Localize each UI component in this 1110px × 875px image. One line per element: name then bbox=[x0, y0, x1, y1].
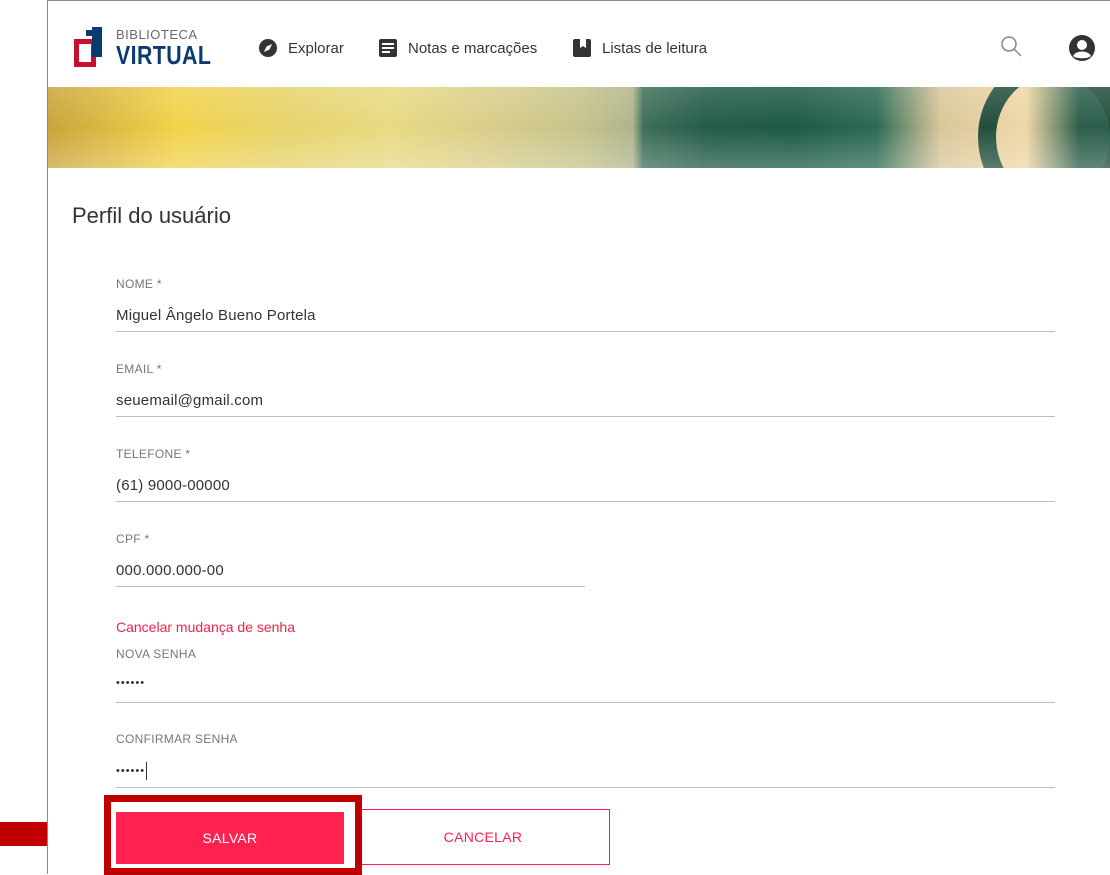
name-underline bbox=[116, 331, 1055, 332]
notes-icon bbox=[379, 39, 397, 57]
cancel-button[interactable]: CANCELAR bbox=[356, 809, 610, 865]
cpf-label: CPF * bbox=[116, 532, 150, 546]
compass-icon bbox=[259, 39, 277, 57]
name-input[interactable]: Miguel Ângelo Bueno Portela bbox=[116, 307, 1055, 327]
confirm-password-value: •••••• bbox=[116, 764, 146, 777]
cpf-input[interactable]: 000.000.000-00 bbox=[116, 562, 585, 582]
confirm-password-field[interactable]: CONFIRMAR SENHA •••••• bbox=[116, 732, 1055, 788]
cpf-underline bbox=[116, 586, 585, 587]
header-banner-image bbox=[48, 87, 1110, 168]
confirm-password-label: CONFIRMAR SENHA bbox=[116, 732, 238, 746]
new-password-label: NOVA SENHA bbox=[116, 647, 197, 661]
text-caret bbox=[146, 762, 148, 780]
confirm-password-underline bbox=[116, 787, 1055, 788]
nav-explore[interactable]: Explorar bbox=[258, 38, 344, 58]
nav-explore-label: Explorar bbox=[288, 39, 344, 57]
new-password-input[interactable]: •••••• bbox=[116, 677, 1055, 697]
new-password-field[interactable]: NOVA SENHA •••••• bbox=[116, 647, 1055, 703]
annotation-highlight-box bbox=[104, 795, 362, 875]
name-label: NOME * bbox=[116, 277, 162, 291]
nav-notes-label: Notas e marcações bbox=[408, 39, 538, 57]
app-window: BIBLIOTECA VIRTUAL Explorar Notas e marc… bbox=[47, 0, 1110, 874]
biblioteca-virtual-logo[interactable]: BIBLIOTECA VIRTUAL bbox=[74, 23, 211, 73]
logo-mark-icon bbox=[74, 27, 104, 67]
cpf-field[interactable]: CPF * 000.000.000-00 bbox=[116, 532, 585, 588]
bookmark-icon bbox=[573, 39, 591, 57]
nav-reading-lists[interactable]: Listas de leitura bbox=[572, 38, 707, 58]
phone-field[interactable]: TELEFONE * (61) 9000-00000 bbox=[116, 447, 1055, 503]
email-field[interactable]: EMAIL * seuemail@gmail.com bbox=[116, 362, 1055, 418]
nav-notes[interactable]: Notas e marcações bbox=[378, 38, 537, 58]
logo-text-bottom: VIRTUAL bbox=[116, 40, 212, 70]
email-underline bbox=[116, 416, 1055, 417]
confirm-password-input[interactable]: •••••• bbox=[116, 762, 1055, 782]
phone-label: TELEFONE * bbox=[116, 447, 191, 461]
new-password-underline bbox=[116, 702, 1055, 703]
email-label: EMAIL * bbox=[116, 362, 162, 376]
top-header: BIBLIOTECA VIRTUAL Explorar Notas e marc… bbox=[48, 1, 1110, 87]
phone-underline bbox=[116, 501, 1055, 502]
email-input[interactable]: seuemail@gmail.com bbox=[116, 392, 1055, 412]
nav-reading-lists-label: Listas de leitura bbox=[602, 39, 708, 57]
phone-input[interactable]: (61) 9000-00000 bbox=[116, 477, 1055, 497]
user-account-icon[interactable] bbox=[1068, 34, 1096, 62]
cancel-password-change-link[interactable]: Cancelar mudança de senha bbox=[116, 619, 295, 635]
name-field[interactable]: NOME * Miguel Ângelo Bueno Portela bbox=[116, 277, 1055, 333]
page-title: Perfil do usuário bbox=[72, 203, 231, 228]
search-icon[interactable] bbox=[999, 34, 1023, 58]
